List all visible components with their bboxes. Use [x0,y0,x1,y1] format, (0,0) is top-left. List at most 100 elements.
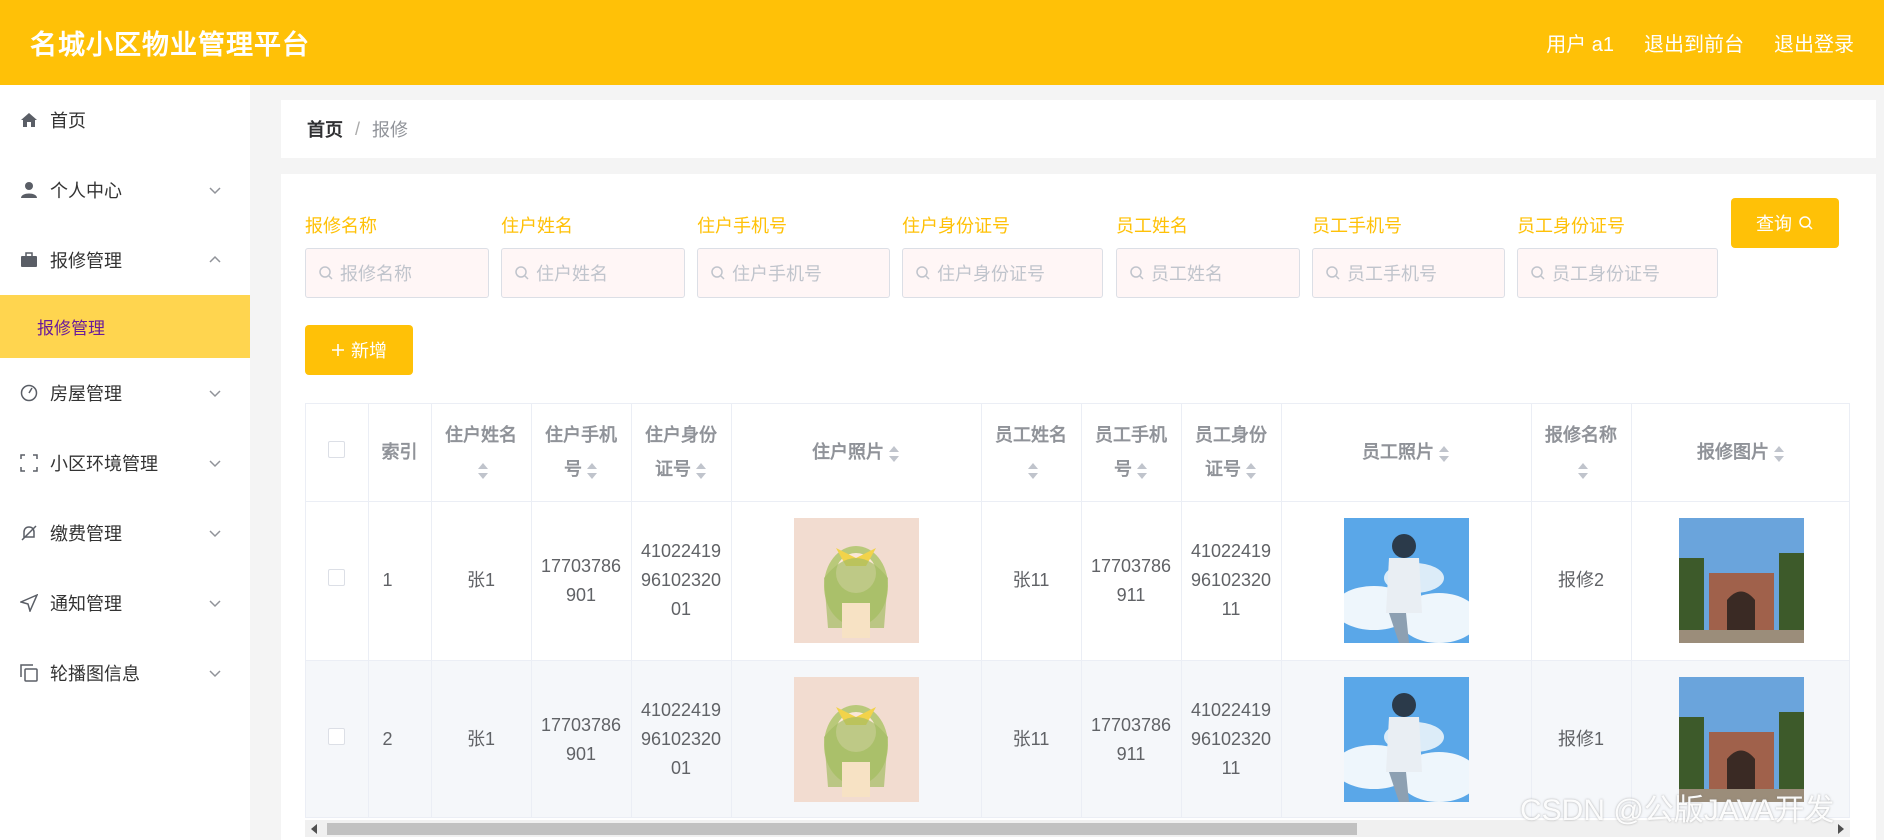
breadcrumb: 首页 / 报修 [281,100,1876,158]
sort-icon[interactable] [1136,462,1148,480]
header-resident-name[interactable]: 住户姓名 [431,404,532,502]
search-icon [1130,266,1144,280]
cell-index: 1 [368,501,432,661]
table-header-row: 索引 住户姓名 住户手机号 住户身份证号 住户照片 员工姓名 员工手机号 员工身… [306,404,1849,502]
search-input-resident-phone[interactable]: 住户手机号 [697,248,890,298]
gauge-icon [18,382,40,404]
query-button[interactable]: 查询 [1731,198,1839,248]
bell-off-icon [18,522,40,544]
header-resident-id[interactable]: 住户身份证号 [631,404,732,502]
sidebar-item-label: 个人中心 [50,181,122,201]
search-icon [515,266,529,280]
resident-photo-image[interactable] [793,677,919,802]
copy-icon [18,662,40,684]
staff-photo-image[interactable] [1343,518,1469,643]
search-input-resident-id[interactable]: 住户身份证号 [902,248,1103,298]
exit-to-frontend-link[interactable]: 退出到前台 [1644,28,1744,57]
app-title: 名城小区物业管理平台 [30,30,310,60]
sort-icon[interactable] [1773,445,1785,463]
header-index-label: 索引 [381,442,418,463]
user-icon [18,179,40,201]
cell-resident-id: 410224199610232001 [631,501,732,661]
query-button-label: 查询 [1756,214,1792,234]
input-placeholder: 员工身份证号 [1552,264,1660,284]
search-input-staff-id[interactable]: 员工身份证号 [1517,248,1718,298]
input-placeholder: 员工手机号 [1347,264,1437,284]
staff-photo-image[interactable] [1343,677,1469,802]
resident-photo-image[interactable] [793,518,919,643]
table-row[interactable]: 1 张1 17703786901 410224199610232001 张11 … [306,501,1849,661]
cell-staff-photo [1281,660,1532,817]
submenu-label: 报修管理 [37,319,105,338]
add-button[interactable]: 新增 [305,325,413,375]
staff-id-text: 410224199610232011 [1190,541,1272,619]
watermark: CSDN @公版JAVA开发 [1520,794,1835,827]
sort-icon[interactable] [888,445,900,463]
input-placeholder: 住户身份证号 [937,264,1045,284]
sidebar-item-label: 轮播图信息 [50,664,140,684]
sidebar-item-carousel[interactable]: 轮播图信息 [0,638,250,708]
sort-icon[interactable] [695,462,707,480]
search-input-resident-name[interactable]: 住户姓名 [501,248,685,298]
cell-resident-phone: 17703786901 [531,501,632,661]
scroll-right-arrow-icon[interactable] [1838,824,1844,834]
scrollbar-thumb[interactable] [327,823,1357,835]
sort-icon[interactable] [1245,462,1257,480]
header-repair-name[interactable]: 报修名称 [1531,404,1632,502]
sort-icon[interactable] [1027,462,1039,480]
header-resident-photo[interactable]: 住户照片 [731,404,982,502]
search-icon [319,266,333,280]
repair-image[interactable] [1678,518,1804,643]
header-staff-photo[interactable]: 员工照片 [1281,404,1532,502]
sidebar-item-home[interactable]: 首页 [0,85,250,155]
sort-icon[interactable] [586,462,598,480]
header-repair-image-label: 报修图片 [1697,442,1769,463]
header-staff-id[interactable]: 员工身份证号 [1181,404,1282,502]
sidebar-subitem-repair-management[interactable]: 报修管理 [0,295,250,358]
search-icon [916,266,930,280]
resident-phone-text: 17703786901 [540,555,622,605]
sidebar-item-notice[interactable]: 通知管理 [0,568,250,638]
resident-phone-text: 17703786901 [540,714,622,764]
breadcrumb-current: 报修 [372,120,409,140]
current-user-link[interactable]: 用户 a1 [1546,28,1614,57]
sidebar: 首页 个人中心 报修管理 报修管理 房屋管理 小区环境管理 缴费管理 通知管理 … [0,85,250,840]
input-placeholder: 员工姓名 [1151,264,1223,284]
search-input-staff-name[interactable]: 员工姓名 [1116,248,1300,298]
home-icon [18,109,40,131]
header-resident-phone[interactable]: 住户手机号 [531,404,632,502]
chevron-down-icon [209,670,221,678]
send-icon [18,592,40,614]
sort-icon[interactable] [1438,445,1450,463]
row-checkbox[interactable] [328,569,346,586]
logout-link[interactable]: 退出登录 [1774,28,1854,57]
breadcrumb-home[interactable]: 首页 [307,116,343,142]
search-icon [1531,266,1545,280]
select-all-checkbox[interactable] [328,441,346,459]
chevron-down-icon [209,390,221,398]
sidebar-item-environment[interactable]: 小区环境管理 [0,428,250,498]
cell-staff-phone: 17703786911 [1081,501,1182,661]
resident-id-text: 410224199610232001 [640,700,722,778]
row-checkbox[interactable] [328,728,346,745]
sidebar-item-payment[interactable]: 缴费管理 [0,498,250,568]
sidebar-item-housing[interactable]: 房屋管理 [0,358,250,428]
sidebar-item-label: 首页 [50,111,86,131]
input-placeholder: 报修名称 [340,264,412,284]
header-staff-phone[interactable]: 员工手机号 [1081,404,1182,502]
sidebar-item-profile[interactable]: 个人中心 [0,155,250,225]
scroll-left-arrow-icon[interactable] [311,824,317,834]
input-placeholder: 住户手机号 [732,264,822,284]
label-staff-id: 员工身份证号 [1517,216,1625,236]
sort-icon[interactable] [477,462,489,480]
repair-table: 索引 住户姓名 住户手机号 住户身份证号 住户照片 员工姓名 员工手机号 员工身… [305,403,1850,818]
cell-repair-image [1631,501,1849,661]
sort-icon[interactable] [1577,462,1589,480]
repair-image[interactable] [1678,677,1804,802]
header-staff-name[interactable]: 员工姓名 [981,404,1082,502]
search-input-staff-phone[interactable]: 员工手机号 [1312,248,1505,298]
header-repair-image[interactable]: 报修图片 [1631,404,1849,502]
staff-id-text: 410224199610232011 [1190,700,1272,778]
search-input-repair-name[interactable]: 报修名称 [305,248,489,298]
sidebar-item-repair[interactable]: 报修管理 [0,225,250,295]
